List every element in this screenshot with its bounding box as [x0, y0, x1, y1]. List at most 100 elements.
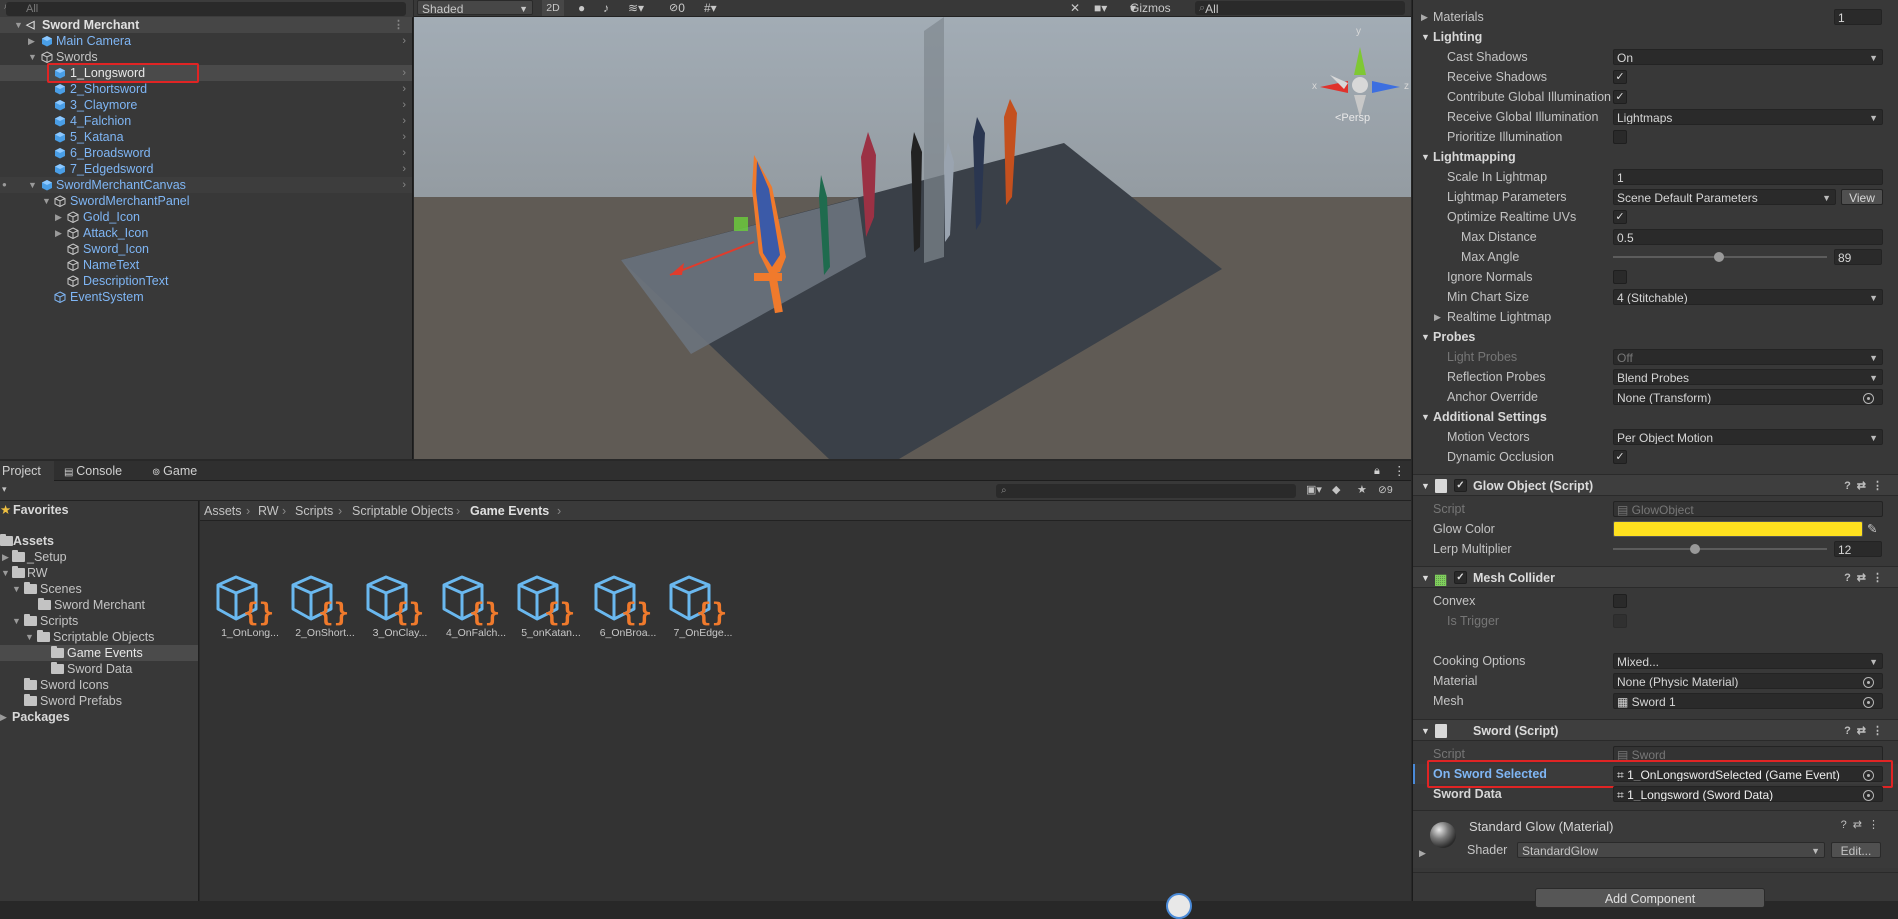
hierarchy-item-main-camera[interactable]: ▶ Main Camera › [0, 33, 412, 49]
prioritize-checkbox[interactable] [1613, 130, 1627, 144]
hierarchy-item-event-system[interactable]: EventSystem [0, 289, 412, 305]
chevron-right-icon[interactable]: › [402, 113, 406, 129]
label-filter-icon[interactable]: ◆ [1332, 483, 1340, 496]
ignore-normals-checkbox[interactable] [1613, 270, 1627, 284]
camera-dropdown-icon[interactable]: ■▾ [1094, 0, 1107, 16]
edit-shader-button[interactable]: Edit... [1831, 842, 1881, 858]
tab-game[interactable]: ⊚ Game [152, 461, 212, 481]
component-header-icons[interactable]: ?⇄⋮ [1844, 475, 1889, 497]
dynamic-occlusion-checkbox[interactable]: ✓ [1613, 450, 1627, 464]
anchor-override-field[interactable]: None (Transform) [1613, 389, 1883, 405]
hierarchy-item-attack-icon[interactable]: ▶ Attack_Icon [0, 225, 412, 241]
collider-material-field[interactable]: None (Physic Material) [1613, 673, 1883, 689]
expand-arrow-icon[interactable]: ▶ [1421, 7, 1428, 27]
tree-scenes[interactable]: ▼ Scenes [0, 581, 198, 597]
gizmos-dropdown[interactable]: Gizmos ▾ [1130, 0, 1171, 16]
realtime-lightmap-row[interactable]: ▶ Realtime Lightmap [1413, 307, 1898, 327]
glow-object-header[interactable]: ▼ ✓ Glow Object (Script) ?⇄⋮ [1413, 474, 1898, 496]
favorite-star-icon[interactable]: ★ [1357, 483, 1367, 496]
scene-search-input[interactable]: ⌕ All [1195, 1, 1405, 16]
expand-arrow-icon[interactable]: ▶ [55, 209, 62, 225]
receive-gi-dropdown[interactable]: Lightmaps ▼ [1613, 109, 1883, 125]
asset-tile[interactable]: {} 6_OnBroa... [592, 571, 664, 639]
probes-header[interactable]: ▼ Probes [1413, 327, 1898, 347]
lightmapping-header[interactable]: ▼ Lightmapping [1413, 147, 1898, 167]
enabled-checkbox[interactable]: ✓ [1454, 479, 1467, 492]
hierarchy-item-panel[interactable]: ▼ SwordMerchantPanel [0, 193, 412, 209]
expand-arrow-icon[interactable]: ▶ [2, 549, 9, 565]
persp-label[interactable]: <Persp [1335, 112, 1370, 124]
additional-settings-header[interactable]: ▼ Additional Settings [1413, 407, 1898, 427]
scene-view[interactable]: Shaded ▼ 2D ● ♪ ≋▾ ⊘ 0 #▾ ✕ ■▾ Gizmos ▾ ⌕… [414, 0, 1411, 459]
sword-data-field[interactable]: ⌗ 1_Longsword (Sword Data) [1613, 786, 1883, 802]
tab-project[interactable]: Project [0, 461, 54, 481]
grid-toggle-icon[interactable]: #▾ [704, 0, 717, 16]
tree-assets[interactable]: Assets [0, 533, 198, 549]
reflection-probes-dropdown[interactable]: Blend Probes ▼ [1613, 369, 1883, 385]
chevron-right-icon[interactable]: › [402, 161, 406, 177]
contribute-gi-checkbox[interactable]: ✓ [1613, 90, 1627, 104]
expand-arrow-icon[interactable]: ▶ [1419, 848, 1426, 859]
tools-icon[interactable]: ✕ [1070, 0, 1080, 16]
hierarchy-item-6-broadsword[interactable]: 6_Broadsword › [0, 145, 412, 161]
component-header-icons[interactable]: ?⇄⋮ [1841, 818, 1885, 831]
hierarchy-item-3-claymore[interactable]: 3_Claymore › [0, 97, 412, 113]
cast-shadows-dropdown[interactable]: On ▼ [1613, 49, 1883, 65]
lerp-slider-track[interactable] [1613, 548, 1827, 550]
gizmo-plane-handle[interactable] [734, 217, 748, 231]
chevron-right-icon[interactable]: › [402, 97, 406, 113]
optimize-uvs-checkbox[interactable]: ✓ [1613, 210, 1627, 224]
tree-scriptable-objects[interactable]: ▼ Scriptable Objects [0, 629, 198, 645]
shading-mode-dropdown[interactable]: Shaded ▼ [417, 0, 533, 16]
expand-arrow-icon[interactable]: ▶ [1434, 307, 1441, 327]
chevron-right-icon[interactable]: › [402, 177, 406, 193]
tree-sword-data[interactable]: Sword Data [0, 661, 198, 677]
cooking-options-dropdown[interactable]: Mixed... ▼ [1613, 653, 1883, 669]
asset-tile[interactable]: {} 2_OnShort... [289, 571, 361, 639]
tree-packages[interactable]: ▶ Packages [0, 709, 198, 725]
expand-arrow-icon[interactable]: ▶ [28, 33, 35, 49]
collapse-arrow-icon[interactable]: ▼ [12, 613, 21, 629]
chevron-right-icon[interactable]: › [402, 145, 406, 161]
tree-sword-merchant[interactable]: Sword Merchant [0, 597, 198, 613]
create-dropdown-icon[interactable]: ▾ [2, 484, 7, 495]
collapse-arrow-icon[interactable]: ▼ [25, 629, 34, 645]
shader-dropdown[interactable]: StandardGlow ▼ [1517, 842, 1825, 858]
project-search-input[interactable]: ⌕ [996, 484, 1296, 498]
asset-tile[interactable]: {} 3_OnClay... [364, 571, 436, 639]
collapse-arrow-icon[interactable]: ▼ [28, 49, 37, 65]
audio-toggle-icon[interactable]: ♪ [603, 0, 609, 16]
min-chart-dropdown[interactable]: 4 (Stitchable) ▼ [1613, 289, 1883, 305]
collapse-arrow-icon[interactable]: ▼ [1421, 720, 1430, 742]
asset-tile[interactable]: {} 1_OnLong... [214, 571, 286, 639]
add-component-button[interactable]: Add Component [1535, 888, 1765, 908]
asset-tile[interactable]: {} 5_onKatan... [515, 571, 587, 639]
asset-tile[interactable]: {} 4_OnFalch... [440, 571, 512, 639]
collapse-arrow-icon[interactable]: ▼ [42, 193, 51, 209]
collapse-arrow-icon[interactable]: ▼ [28, 177, 37, 193]
enabled-checkbox[interactable]: ✓ [1454, 571, 1467, 584]
sword-script-header[interactable]: ▼ Sword (Script) ?⇄⋮ [1413, 719, 1898, 741]
scene-viewport[interactable]: y x z <Persp [414, 17, 1411, 459]
lock-icon[interactable]: 🔒︎ [1374, 461, 1380, 481]
collapse-arrow-icon[interactable]: ▼ [1421, 407, 1430, 427]
hidden-objects-toggle[interactable]: ⊘ 0 [669, 0, 685, 16]
hidden-packages-toggle[interactable]: ⊘9 [1378, 484, 1393, 496]
max-distance-field[interactable]: 0.5 [1613, 229, 1883, 245]
tree-rw[interactable]: ▼ RW [0, 565, 198, 581]
hierarchy-item-description-text[interactable]: DescriptionText [0, 273, 412, 289]
eyedropper-icon[interactable]: ✎ [1867, 519, 1877, 539]
glow-color-swatch[interactable] [1613, 521, 1863, 537]
collapse-arrow-icon[interactable]: ▼ [1, 565, 10, 581]
more-menu-icon[interactable]: ⋮ [1393, 461, 1406, 481]
object-picker-icon[interactable] [1863, 393, 1874, 404]
receive-shadows-checkbox[interactable]: ✓ [1613, 70, 1627, 84]
object-picker-icon[interactable] [1863, 790, 1874, 801]
mesh-field[interactable]: ▦ Sword 1 [1613, 693, 1883, 709]
hierarchy-item-gold-icon[interactable]: ▶ Gold_Icon [0, 209, 412, 225]
lighting-toggle-icon[interactable]: ● [578, 0, 585, 16]
max-angle-field[interactable]: 89 [1834, 249, 1882, 265]
view-button[interactable]: View [1841, 189, 1883, 205]
tab-console[interactable]: ▤ Console [64, 461, 134, 481]
collapse-arrow-icon[interactable]: ▼ [14, 17, 23, 33]
